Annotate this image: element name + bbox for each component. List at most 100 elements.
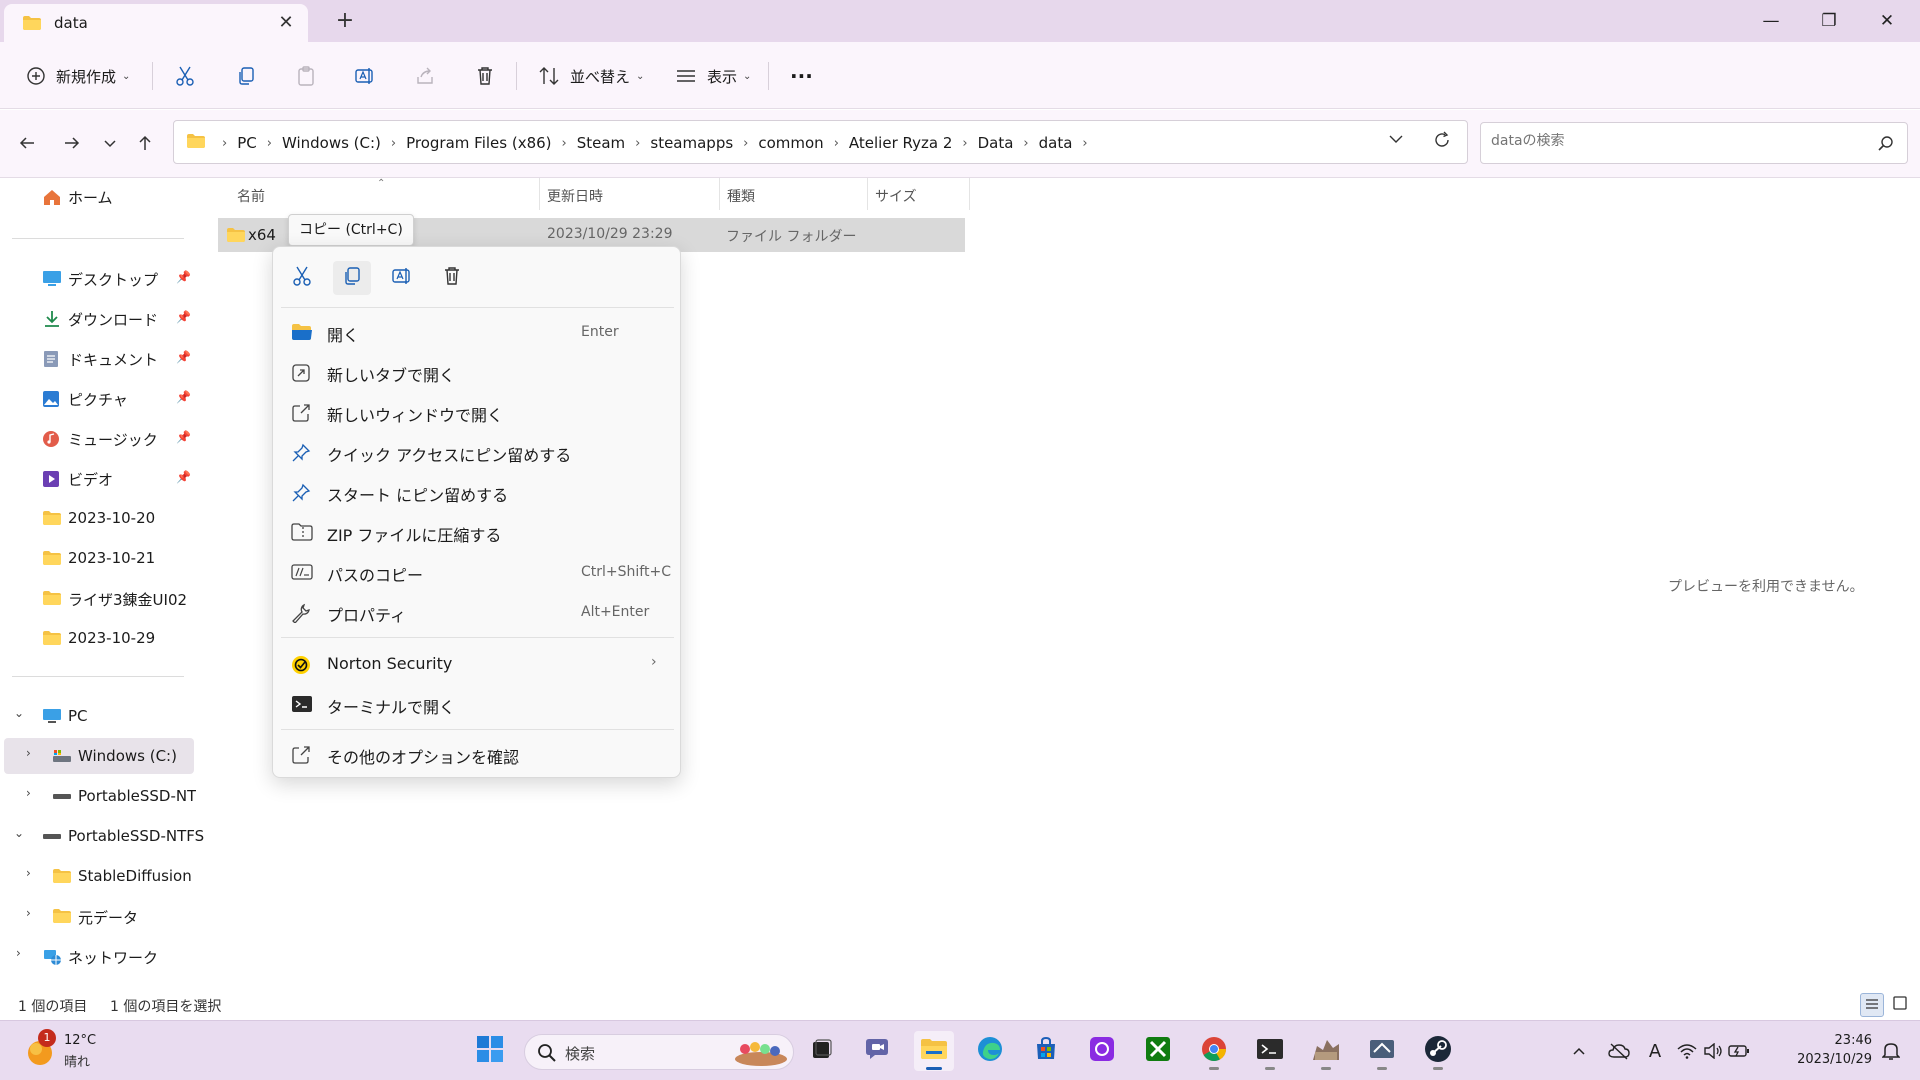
breadcrumb-windows-c[interactable]: Windows (C:) — [280, 134, 383, 152]
nav-item-portable-ssd[interactable]: ⌄ PortableSSD-NTFS — [0, 818, 204, 854]
chevron-right-icon[interactable]: › — [635, 136, 640, 151]
taskbar-app-teams[interactable] — [858, 1031, 898, 1071]
taskbar-app-photo-editor[interactable] — [1082, 1031, 1122, 1071]
taskbar-app-file-explorer[interactable] — [914, 1031, 954, 1071]
rename-button[interactable] — [354, 60, 376, 92]
menu-item-open-terminal[interactable]: ターミナルで開く — [277, 685, 678, 723]
nav-item-folder-2023-10-21[interactable]: 2023-10-21 — [0, 540, 196, 576]
breadcrumb-program-files[interactable]: Program Files (x86) — [404, 134, 553, 152]
address-bar[interactable]: › PC › Windows (C:) › Program Files (x86… — [173, 120, 1468, 164]
details-view-button[interactable] — [1860, 993, 1884, 1017]
breadcrumb-pc[interactable]: PC — [235, 134, 259, 152]
battery-icon[interactable] — [1728, 1041, 1750, 1061]
nav-item-downloads[interactable]: ダウンロード 📌 — [0, 300, 196, 336]
context-cut-button[interactable] — [283, 261, 321, 295]
delete-button[interactable] — [474, 60, 496, 92]
menu-item-open-new-window[interactable]: 新しいウィンドウで開く — [277, 393, 678, 431]
nav-item-pictures[interactable]: ピクチャ 📌 — [0, 380, 196, 416]
menu-item-properties[interactable]: プロパティ Alt+Enter — [277, 593, 678, 631]
taskbar-app-chrome[interactable] — [1194, 1031, 1234, 1071]
context-copy-button[interactable] — [333, 261, 371, 295]
up-button[interactable] — [130, 130, 160, 160]
chevron-right-icon[interactable]: › — [962, 136, 967, 151]
nav-item-stable-diffusion[interactable]: › StableDiffusion — [0, 858, 196, 894]
pin-icon[interactable]: 📌 — [176, 430, 191, 444]
nav-item-desktop[interactable]: デスクトップ 📌 — [0, 260, 196, 296]
column-divider[interactable] — [969, 178, 970, 210]
menu-item-more-options[interactable]: その他のオプションを確認 — [277, 735, 678, 773]
copy-button[interactable] — [235, 60, 257, 92]
pin-icon[interactable]: 📌 — [176, 390, 191, 404]
recent-locations-button[interactable] — [95, 130, 125, 160]
menu-item-pin-quick-access[interactable]: クイック アクセスにピン留めする — [277, 433, 678, 471]
chevron-up-icon[interactable] — [1568, 1041, 1590, 1061]
more-options-button[interactable]: ··· — [790, 60, 813, 92]
notification-bell-icon[interactable] — [1880, 1041, 1902, 1061]
search-input[interactable] — [1491, 133, 1861, 149]
cut-button[interactable] — [174, 60, 196, 92]
volume-icon[interactable] — [1702, 1041, 1724, 1061]
menu-item-open-new-tab[interactable]: 新しいタブで開く — [277, 353, 678, 391]
nav-item-pc[interactable]: ⌄ PC — [0, 698, 196, 734]
nav-item-portable-ssd-sub[interactable]: › PortableSSD-NTFS — [0, 778, 196, 814]
chevron-right-icon[interactable]: › — [834, 136, 839, 151]
tiles-view-button[interactable] — [1888, 993, 1912, 1017]
column-header-size[interactable]: サイズ — [875, 186, 917, 206]
taskbar-app-game[interactable] — [1306, 1031, 1346, 1071]
nav-item-folder-2023-10-20[interactable]: 2023-10-20 — [0, 500, 196, 536]
column-divider[interactable] — [867, 178, 868, 210]
nav-item-network[interactable]: › ネットワーク — [0, 938, 196, 974]
pin-icon[interactable]: 📌 — [176, 270, 191, 284]
pin-icon[interactable]: 📌 — [176, 470, 191, 484]
pin-icon[interactable]: 📌 — [176, 350, 191, 364]
chevron-right-icon[interactable]: › — [26, 866, 31, 880]
new-tab-button[interactable]: + — [330, 8, 360, 33]
sort-button[interactable]: 並べ替え ⌄ — [538, 60, 644, 92]
breadcrumb-atelier-ryza-2[interactable]: Atelier Ryza 2 — [847, 134, 954, 152]
nav-item-home[interactable]: ホーム — [0, 178, 196, 214]
close-tab-button[interactable]: ✕ — [274, 12, 298, 33]
taskbar-app-terminal[interactable] — [1250, 1031, 1290, 1071]
menu-item-open[interactable]: 開く Enter — [277, 313, 678, 351]
new-button[interactable]: 新規作成 ⌄ — [26, 60, 130, 92]
nav-item-windows-c[interactable]: › Windows (C:) — [4, 738, 194, 774]
chevron-right-icon[interactable]: › — [16, 946, 21, 960]
chevron-right-icon[interactable]: › — [743, 136, 748, 151]
column-header-name[interactable]: 名前 — [237, 186, 265, 206]
forward-button[interactable] — [57, 130, 87, 160]
chevron-down-icon[interactable]: ⌄ — [14, 706, 24, 720]
menu-item-compress-zip[interactable]: ZIP ファイルに圧縮する — [277, 513, 678, 551]
chevron-right-icon[interactable]: › — [1023, 136, 1028, 151]
share-button[interactable] — [414, 60, 436, 92]
chevron-right-icon[interactable]: › — [26, 786, 31, 800]
address-dropdown-button[interactable] — [1388, 132, 1404, 150]
menu-item-pin-start[interactable]: スタート にピン留めする — [277, 473, 678, 511]
refresh-button[interactable] — [1432, 130, 1452, 154]
menu-item-norton-security[interactable]: Norton Security › — [277, 645, 678, 683]
context-rename-button[interactable] — [383, 261, 421, 295]
breadcrumb-steam[interactable]: Steam — [575, 134, 627, 152]
ime-mode-icon[interactable]: A — [1644, 1041, 1666, 1062]
column-divider[interactable] — [539, 178, 540, 210]
chevron-right-icon[interactable]: › — [26, 906, 31, 920]
breadcrumb-data-upper[interactable]: Data — [976, 134, 1016, 152]
taskbar-app-task-view[interactable] — [802, 1031, 842, 1071]
restore-button[interactable]: ❐ — [1806, 6, 1852, 36]
chevron-right-icon[interactable]: › — [391, 136, 396, 151]
taskbar-app-tool[interactable] — [1362, 1031, 1402, 1071]
column-header-type[interactable]: 種類 — [727, 186, 755, 206]
taskbar-app-steam[interactable] — [1418, 1031, 1458, 1071]
chevron-right-icon[interactable]: › — [267, 136, 272, 151]
chevron-right-icon[interactable]: › — [562, 136, 567, 151]
taskbar-app-store[interactable] — [1026, 1031, 1066, 1071]
breadcrumb-steamapps[interactable]: steamapps — [648, 134, 735, 152]
minimize-button[interactable]: — — [1748, 6, 1794, 36]
tab-data[interactable]: data ✕ — [4, 4, 308, 42]
cloud-offline-icon[interactable] — [1608, 1041, 1630, 1061]
nav-item-documents[interactable]: ドキュメント 📌 — [0, 340, 196, 376]
taskbar-app-edge[interactable] — [970, 1031, 1010, 1071]
taskbar-app-xbox[interactable] — [1138, 1031, 1178, 1071]
nav-item-videos[interactable]: ビデオ 📌 — [0, 460, 196, 496]
nav-item-folder-2023-10-29[interactable]: 2023-10-29 — [0, 620, 196, 656]
nav-item-folder-ryza3[interactable]: ライザ3錬金UI02 — [0, 580, 196, 616]
